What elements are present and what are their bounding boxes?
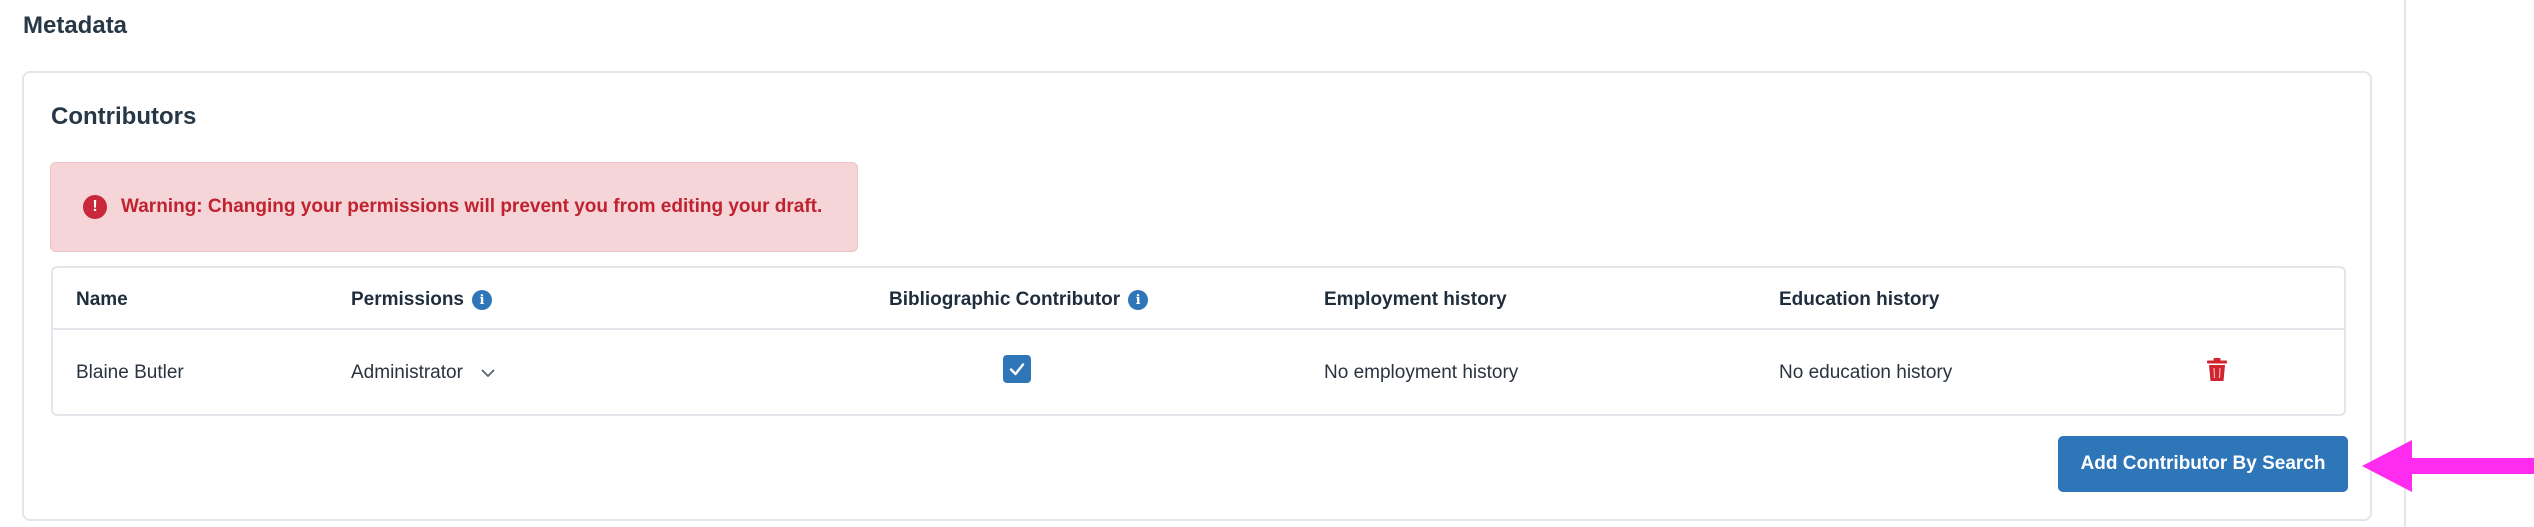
check-icon <box>1009 363 1025 376</box>
permission-warning: ! Warning: Changing your permissions wil… <box>50 162 858 252</box>
add-contributor-button[interactable]: Add Contributor By Search <box>2058 436 2348 492</box>
column-header-permissions: Permissions i <box>351 289 492 311</box>
bibliographic-info-icon[interactable]: i <box>1128 290 1149 310</box>
permission-value: Administrator <box>351 362 463 383</box>
employment-history: No employment history <box>1324 362 1519 383</box>
contributors-title: Contributors <box>51 103 197 130</box>
contributors-card: Contributors ! Warning: Changing your pe… <box>22 71 2372 521</box>
bibliographic-checkbox[interactable] <box>1003 355 1031 383</box>
column-header-employment: Employment history <box>1324 289 1507 310</box>
chevron-down-icon <box>481 369 495 378</box>
education-history: No education history <box>1779 362 1953 383</box>
contributor-name: Blaine Butler <box>76 362 184 383</box>
trash-icon[interactable] <box>2206 358 2228 382</box>
column-header-education: Education history <box>1779 289 1940 310</box>
table-header: Name Permissions i Bibliographic Contrib… <box>53 268 2344 330</box>
permission-select[interactable]: Administrator <box>351 362 497 384</box>
column-header-name: Name <box>76 289 128 310</box>
arrow-left-icon <box>2362 440 2534 492</box>
column-header-bibliographic: Bibliographic Contributor i <box>889 289 1149 311</box>
contributors-table: Name Permissions i Bibliographic Contrib… <box>51 266 2346 416</box>
warning-icon: ! <box>83 195 107 219</box>
permissions-info-icon[interactable]: i <box>472 290 492 310</box>
warning-text: Warning: Changing your permissions will … <box>121 196 823 217</box>
section-title: Metadata <box>23 12 128 39</box>
